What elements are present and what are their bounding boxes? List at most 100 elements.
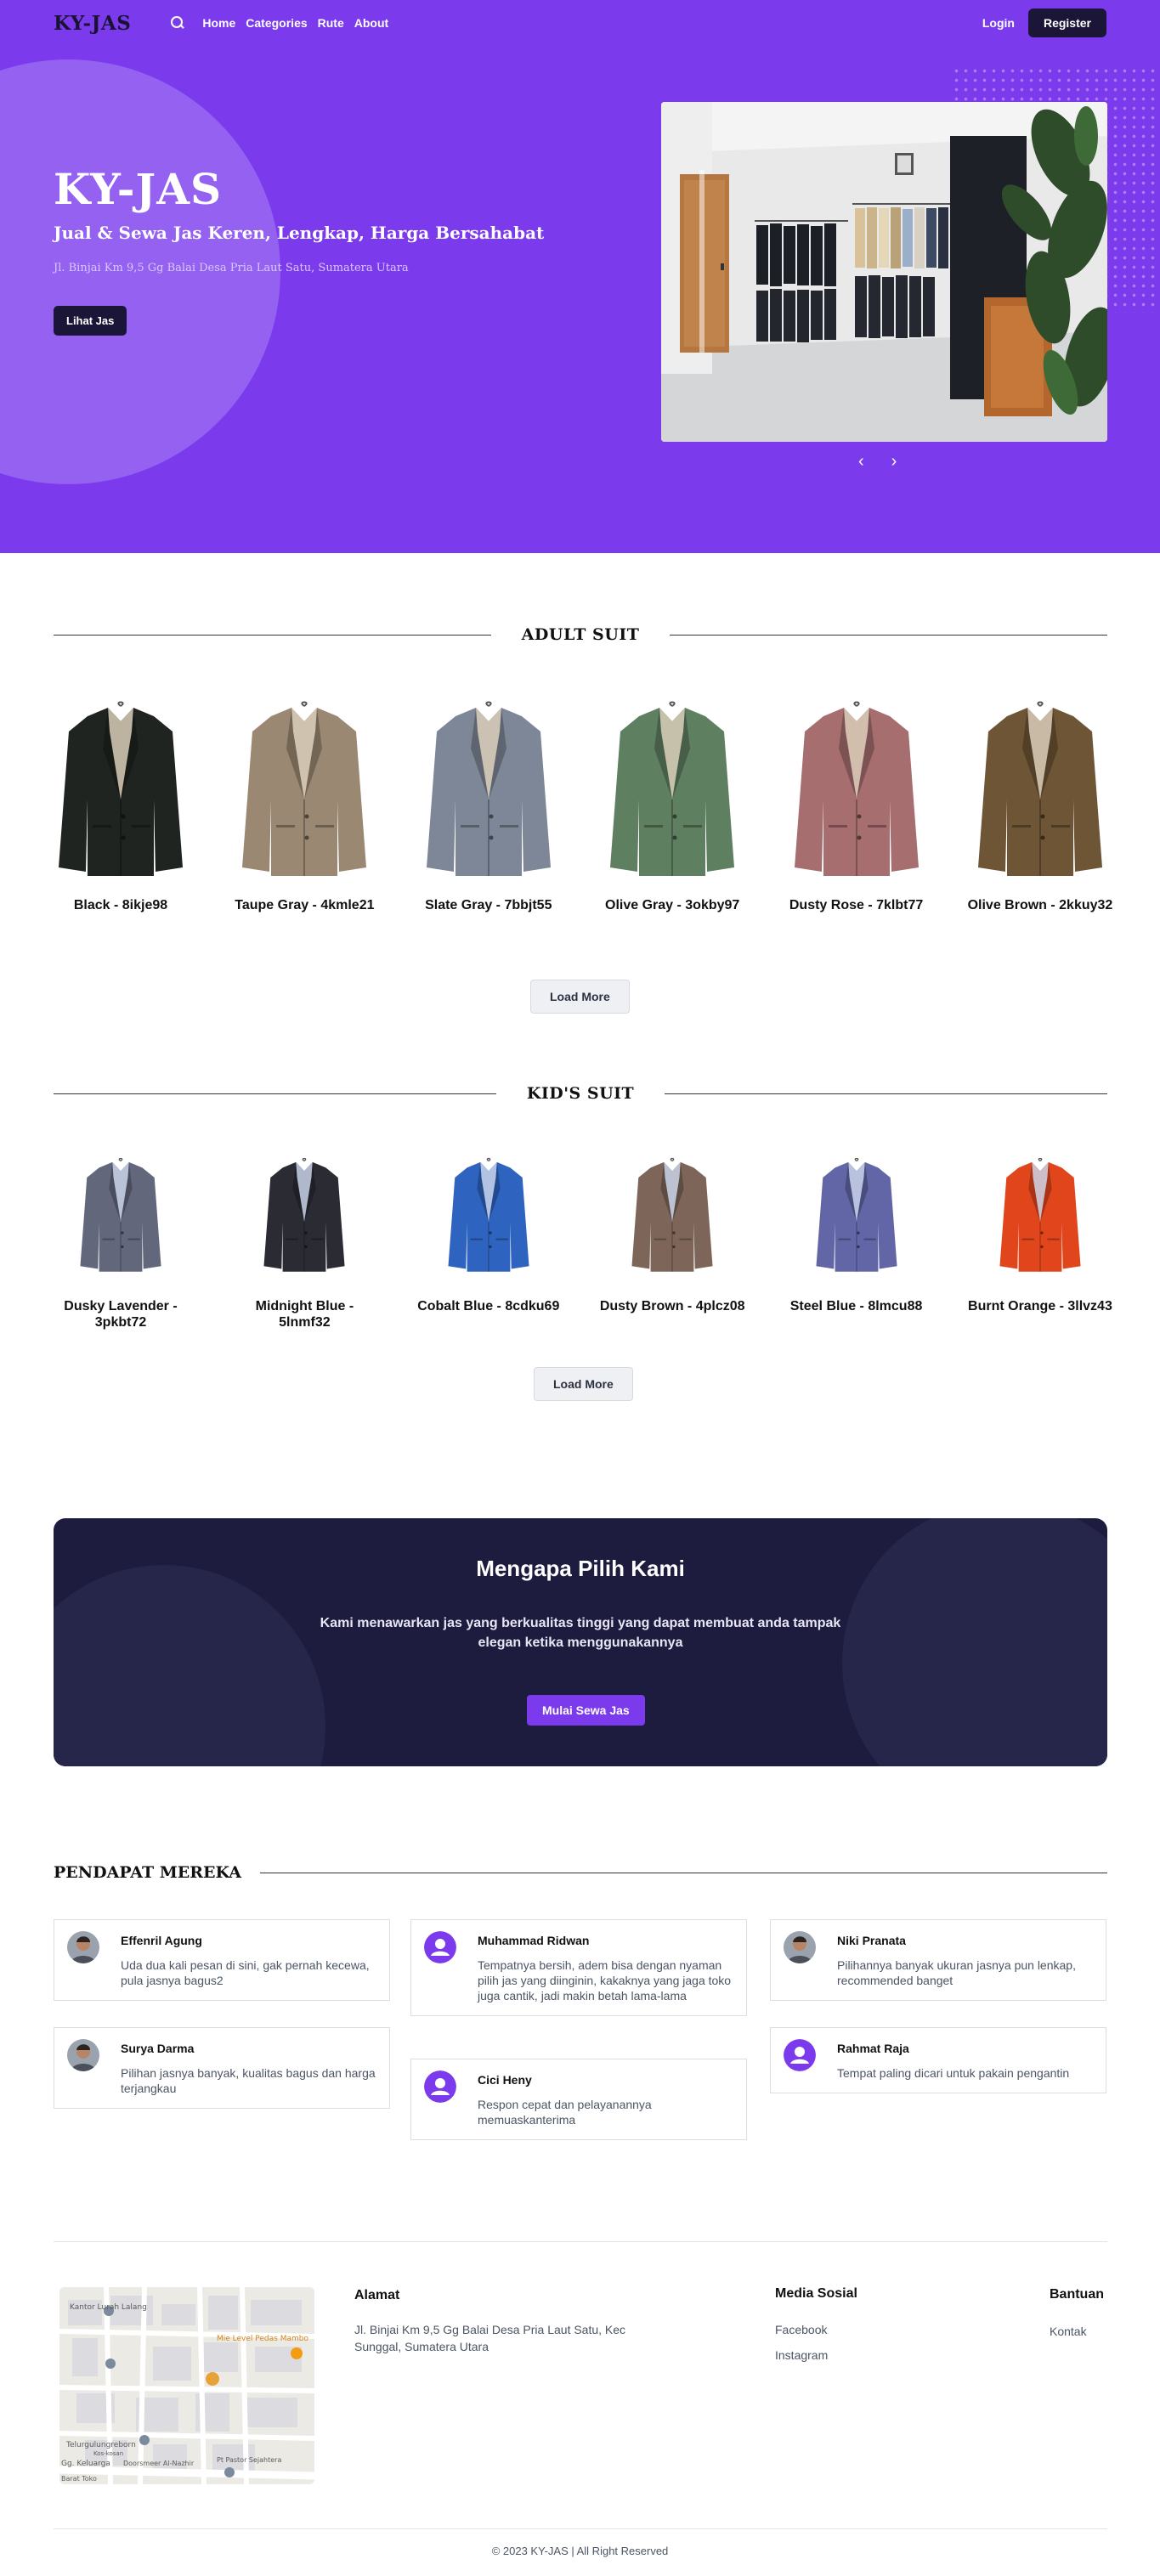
product-image[interactable] — [237, 695, 371, 882]
product-name[interactable]: Olive Brown - 2kkuy32 — [964, 897, 1117, 913]
divider-line — [665, 1093, 1108, 1094]
product-image[interactable] — [973, 1147, 1107, 1283]
lihat-jas-button[interactable]: Lihat Jas — [54, 306, 127, 336]
product-image[interactable] — [605, 1147, 739, 1283]
user-icon — [424, 2070, 456, 2103]
product-card[interactable]: Dusky Lavender - 3pkbt72 — [54, 1147, 188, 1330]
testimonial-author: Muhammad Ridwan — [478, 1934, 590, 1947]
adult-load-more-button[interactable]: Load More — [530, 980, 630, 1014]
location-map[interactable]: Kantor Lurah Lalang Mie Level Pedas Mamb… — [59, 2287, 314, 2484]
divider-line — [670, 634, 1108, 636]
testimonial-card: Niki Pranata Pilihannya banyak ukuran jas… — [770, 1919, 1106, 2001]
product-card[interactable]: Burnt Orange - 3llvz43 — [968, 1147, 1112, 1330]
product-name[interactable]: Cobalt Blue - 8cdku69 — [412, 1298, 565, 1314]
product-card[interactable]: Midnight Blue - 5lnmf32 — [237, 1147, 371, 1330]
product-image[interactable] — [605, 695, 739, 882]
product-name[interactable]: Burnt Orange - 3llvz43 — [964, 1298, 1117, 1314]
why-text: Kami menawarkan jas yang berkualitas tin… — [320, 1616, 841, 1650]
product-image[interactable] — [789, 695, 924, 882]
why-title: Mengapa Pilih Kami — [476, 1556, 685, 1581]
map-label: Kos-kosan — [93, 2450, 123, 2457]
testimonial-author: Cici Heny — [478, 2073, 532, 2087]
user-icon — [784, 2039, 816, 2071]
nav-link-home[interactable]: Home — [202, 16, 235, 30]
footer-facebook-link[interactable]: Facebook — [775, 2321, 827, 2338]
product-image[interactable] — [789, 1147, 924, 1283]
avatar — [67, 2039, 99, 2071]
hero-address: Jl. Binjai Km 9,5 Gg Balai Desa Pria Lau… — [54, 262, 409, 274]
product-card[interactable]: Steel Blue - 8lmcu88 — [789, 1147, 924, 1330]
testimonials-title: PENDAPAT MEREKA — [54, 1863, 241, 1882]
product-image[interactable] — [422, 1147, 556, 1283]
map-label: Barat Toko — [61, 2475, 97, 2483]
testimonial-card: Effenril Agung Uda dua kali pesan di sini… — [54, 1919, 390, 2001]
testimonial-text: Tempat paling dicari untuk pakain pengan… — [837, 2066, 1070, 2080]
product-name[interactable]: Olive Gray - 3okby97 — [596, 897, 749, 913]
product-card[interactable]: Dusty Rose - 7klbt77 — [789, 695, 924, 913]
kids-load-more-button[interactable]: Load More — [534, 1367, 633, 1401]
user-icon — [424, 1931, 456, 1963]
avatar — [67, 1931, 99, 1963]
product-card[interactable]: Dusty Brown - 4plcz08 — [600, 1147, 745, 1330]
testimonial-text: Tempatnya bersih, adem bisa dengan nyama… — [478, 1958, 732, 2003]
testimonial-text: Pilihan jasnya banyak, kualitas bagus da… — [121, 2066, 376, 2095]
footer-social-title: Media Sosial — [775, 2286, 857, 2301]
nav-link-categories[interactable]: Categories — [246, 16, 307, 30]
nav-links: Home Categories Rute About — [202, 16, 388, 30]
carousel-prev-icon[interactable]: ‹ — [858, 452, 864, 472]
testimonial-author: Niki Pranata — [837, 1934, 906, 1947]
banner-decor-circle — [54, 1565, 325, 1766]
product-name[interactable]: Steel Blue - 8lmcu88 — [780, 1298, 933, 1314]
product-name[interactable]: Dusty Brown - 4plcz08 — [596, 1298, 749, 1314]
product-name[interactable]: Slate Gray - 7bbjt55 — [412, 897, 565, 913]
testimonial-author: Rahmat Raja — [837, 2042, 909, 2055]
map-label: Doorsmeer Al-Nazhir — [123, 2460, 195, 2467]
nav-link-about[interactable]: About — [354, 16, 388, 30]
product-name[interactable]: Dusty Rose - 7klbt77 — [780, 897, 933, 913]
nav-link-rute[interactable]: Rute — [318, 16, 344, 30]
product-card[interactable]: Black - 8ikje98 — [54, 695, 188, 913]
testimonial-card: Rahmat Raja Tempat paling dicari untuk pa… — [770, 2027, 1106, 2093]
copyright-text: © 2023 KY-JAS | All Right Reserved — [491, 2545, 669, 2557]
search-icon[interactable] — [170, 15, 185, 31]
product-name[interactable]: Taupe Gray - 4kmle21 — [228, 897, 381, 913]
product-name[interactable]: Midnight Blue - 5lnmf32 — [228, 1298, 381, 1330]
product-card[interactable]: Cobalt Blue - 8cdku69 — [417, 1147, 559, 1330]
kids-suit-grid: Dusky Lavender - 3pkbt72 Midnight Blue - … — [54, 1147, 1112, 1330]
footer-help-title: Bantuan — [1050, 2287, 1104, 2302]
footer-address-title: Alamat — [354, 2288, 400, 2302]
adult-suit-grid: Black - 8ikje98 Taupe Gray - 4kmle21 Slate… — [54, 695, 1112, 913]
adult-suit-header: ADULT SUIT — [54, 625, 1108, 644]
mulai-sewa-jas-button[interactable]: Mulai Sewa Jas — [527, 1695, 645, 1726]
testimonial-card: Cici Heny Respon cepat dan pelayanannya m… — [410, 2059, 747, 2140]
product-card[interactable]: Slate Gray - 7bbjt55 — [422, 695, 556, 913]
product-card[interactable]: Taupe Gray - 4kmle21 — [235, 695, 375, 913]
hero-section: KY-JAS Jual & Sewa Jas Keren, Lengkap, H… — [0, 0, 1160, 553]
carousel-next-icon[interactable]: › — [891, 452, 897, 472]
product-image[interactable] — [973, 695, 1107, 882]
testimonials-header: PENDAPAT MEREKA — [54, 1863, 1107, 1882]
product-card[interactable]: Olive Brown - 2kkuy32 — [968, 695, 1112, 913]
carousel-controls: ‹ › — [858, 452, 897, 472]
product-image[interactable] — [422, 695, 556, 882]
kids-suit-header: KID'S SUIT — [54, 1084, 1108, 1103]
testimonial-text: Pilihannya banyak ukuran jasnya pun lenk… — [837, 1958, 1076, 1987]
login-link[interactable]: Login — [982, 16, 1015, 30]
product-card[interactable]: Olive Gray - 3okby97 — [605, 695, 739, 913]
product-image[interactable] — [54, 695, 188, 882]
register-button[interactable]: Register — [1027, 8, 1106, 37]
footer-divider — [54, 2528, 1107, 2529]
adult-suit-title: ADULT SUIT — [521, 625, 640, 644]
product-image[interactable] — [237, 1147, 371, 1283]
hero-store-photo — [661, 102, 1107, 442]
brand-logo[interactable]: KY-JAS — [54, 12, 131, 35]
divider-line — [54, 634, 491, 636]
map-label: Mie Level Pedas Mambo — [217, 2335, 308, 2343]
product-name[interactable]: Dusky Lavender - 3pkbt72 — [44, 1298, 197, 1330]
footer-contact-link[interactable]: Kontak — [1050, 2323, 1087, 2340]
footer-address: Jl. Binjai Km 9,5 Gg Balai Desa Pria Lau… — [354, 2323, 626, 2353]
footer-instagram-link[interactable]: Instagram — [775, 2347, 828, 2364]
testimonial-author: Surya Darma — [121, 2042, 195, 2055]
product-image[interactable] — [54, 1147, 188, 1283]
product-name[interactable]: Black - 8ikje98 — [44, 897, 197, 913]
